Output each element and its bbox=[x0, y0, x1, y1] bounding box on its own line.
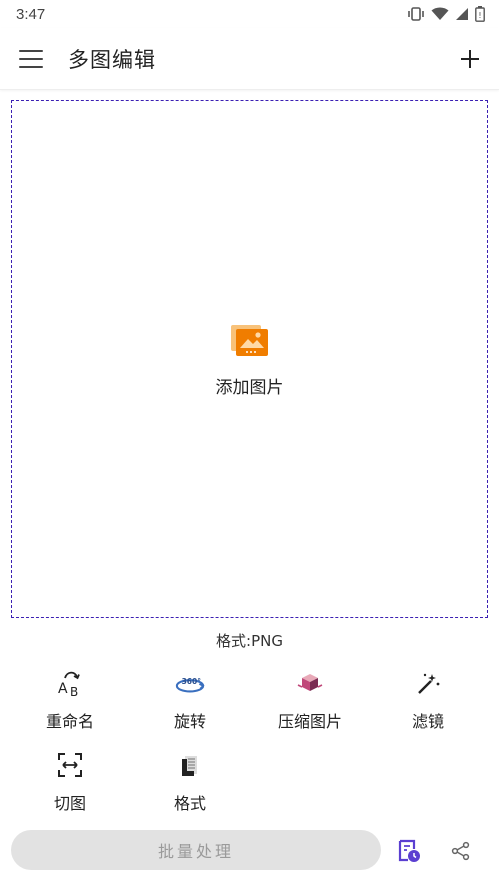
tool-filter[interactable]: 滤镜 bbox=[368, 668, 488, 738]
signal-icon bbox=[455, 7, 469, 21]
svg-text:B: B bbox=[70, 685, 78, 698]
tool-label: 格式 bbox=[173, 794, 206, 813]
crop-split-icon bbox=[55, 750, 85, 780]
rename-ab-icon: AB bbox=[55, 668, 85, 698]
rotate-360-icon: 360° bbox=[175, 668, 205, 698]
status-icons: ! bbox=[407, 6, 485, 22]
vibrate-icon bbox=[407, 7, 425, 21]
tool-label: 压缩图片 bbox=[277, 712, 342, 731]
tool-label: 旋转 bbox=[173, 712, 206, 731]
tool-rotate[interactable]: 360° 旋转 bbox=[130, 668, 250, 738]
format-document-icon bbox=[175, 750, 205, 780]
tool-label: 重命名 bbox=[45, 712, 94, 731]
svg-text:!: ! bbox=[478, 11, 481, 20]
share-icon[interactable] bbox=[450, 840, 472, 862]
add-image-label: 添加图片 bbox=[215, 378, 284, 398]
tool-format[interactable]: 格式 bbox=[130, 750, 250, 820]
wifi-icon bbox=[431, 7, 449, 21]
history-clock-icon[interactable] bbox=[396, 838, 422, 864]
magic-wand-icon bbox=[413, 668, 443, 698]
battery-icon: ! bbox=[475, 6, 485, 22]
tool-rename[interactable]: AB 重命名 bbox=[10, 668, 130, 738]
batch-process-button[interactable]: 批量处理 bbox=[11, 830, 381, 870]
tool-label: 切图 bbox=[53, 794, 86, 813]
tool-compress[interactable]: 压缩图片 bbox=[250, 668, 370, 738]
tool-label: 滤镜 bbox=[411, 712, 444, 731]
compress-cube-icon bbox=[295, 668, 325, 698]
format-indicator: 格式:PNG bbox=[216, 632, 283, 650]
svg-text:360°: 360° bbox=[182, 677, 202, 686]
app-bar: 多图编辑 bbox=[0, 28, 499, 90]
page-title: 多图编辑 bbox=[68, 48, 156, 72]
status-bar: 3:47 ! bbox=[0, 0, 499, 28]
plus-icon[interactable] bbox=[457, 46, 483, 72]
add-image-area[interactable]: 添加图片 bbox=[11, 100, 488, 618]
svg-text:A: A bbox=[58, 681, 68, 697]
hamburger-menu-icon[interactable] bbox=[18, 47, 44, 71]
status-time: 3:47 bbox=[16, 5, 46, 23]
bottom-bar: 批量处理 bbox=[0, 828, 499, 872]
tool-crop[interactable]: 切图 bbox=[10, 750, 130, 820]
add-image-icon bbox=[230, 325, 269, 361]
